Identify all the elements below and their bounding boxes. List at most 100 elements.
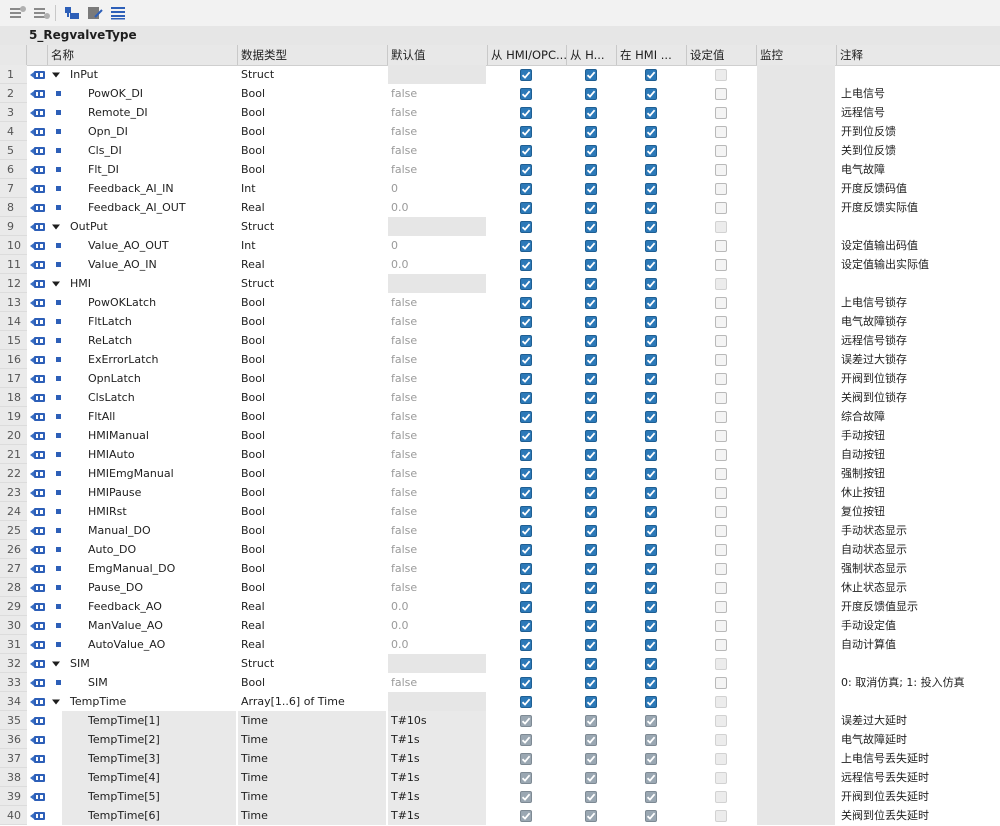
- member-default-value[interactable]: [388, 274, 486, 293]
- hmi-writable-checkbox[interactable]: [583, 426, 599, 445]
- hmi-writable-checkbox[interactable]: [583, 293, 599, 312]
- hmi-opc-accessible-checkbox-box[interactable]: [520, 790, 532, 803]
- hmi-opc-accessible-checkbox[interactable]: [518, 122, 534, 141]
- hmi-writable-checkbox-box[interactable]: [585, 144, 597, 157]
- hmi-opc-accessible-checkbox-box[interactable]: [520, 600, 532, 613]
- hmi-opc-accessible-checkbox-box[interactable]: [520, 239, 532, 252]
- hmi-writable-checkbox[interactable]: [583, 179, 599, 198]
- member-datatype[interactable]: Bool: [238, 578, 386, 597]
- hmi-writable-checkbox[interactable]: [583, 597, 599, 616]
- member-datatype[interactable]: Bool: [238, 673, 386, 692]
- member-datatype[interactable]: Bool: [238, 312, 386, 331]
- member-name[interactable]: HMIAuto: [62, 445, 236, 464]
- hmi-writable-checkbox-box[interactable]: [585, 296, 597, 309]
- hmi-writable-checkbox[interactable]: [583, 141, 599, 160]
- member-default-value[interactable]: false: [388, 141, 486, 160]
- setpoint-checkbox-box[interactable]: [715, 524, 727, 537]
- setpoint-checkbox[interactable]: [713, 312, 729, 331]
- setpoint-checkbox[interactable]: [713, 426, 729, 445]
- hmi-writable-checkbox-box[interactable]: [585, 752, 597, 765]
- member-datatype[interactable]: Array[1..6] of Time: [238, 692, 386, 711]
- setpoint-checkbox[interactable]: [713, 274, 729, 293]
- hmi-writable-checkbox[interactable]: [583, 502, 599, 521]
- member-comment[interactable]: 强制状态显示: [838, 559, 1000, 578]
- member-datatype[interactable]: Struct: [238, 274, 386, 293]
- member-name[interactable]: InPut: [62, 65, 236, 84]
- header-hmi-h[interactable]: 从 H...: [567, 45, 617, 65]
- hmi-writable-checkbox[interactable]: [583, 369, 599, 388]
- member-default-value[interactable]: false: [388, 445, 486, 464]
- member-datatype[interactable]: Struct: [238, 65, 386, 84]
- member-datatype[interactable]: Real: [238, 597, 386, 616]
- member-datatype[interactable]: Struct: [238, 217, 386, 236]
- setpoint-checkbox[interactable]: [713, 65, 729, 84]
- setpoint-checkbox-box[interactable]: [715, 676, 727, 689]
- setpoint-checkbox[interactable]: [713, 502, 729, 521]
- monitor-icon[interactable]: [85, 3, 105, 23]
- hmi-opc-accessible-checkbox[interactable]: [518, 65, 534, 84]
- hmi-writable-checkbox[interactable]: [583, 122, 599, 141]
- in-hmi-visible-checkbox-box[interactable]: [645, 315, 657, 328]
- hmi-opc-accessible-checkbox-box[interactable]: [520, 676, 532, 689]
- member-comment[interactable]: 强制按钮: [838, 464, 1000, 483]
- setpoint-checkbox-box[interactable]: [715, 68, 727, 81]
- member-name[interactable]: Manual_DO: [62, 521, 236, 540]
- details-icon[interactable]: [108, 3, 128, 23]
- member-datatype[interactable]: Bool: [238, 160, 386, 179]
- member-default-value[interactable]: false: [388, 559, 486, 578]
- setpoint-checkbox-box[interactable]: [715, 505, 727, 518]
- member-name[interactable]: HMI: [62, 274, 236, 293]
- member-datatype[interactable]: Time: [238, 768, 386, 787]
- setpoint-checkbox-box[interactable]: [715, 486, 727, 499]
- hmi-writable-checkbox-box[interactable]: [585, 676, 597, 689]
- setpoint-checkbox[interactable]: [713, 578, 729, 597]
- member-comment[interactable]: 远程信号: [838, 103, 1000, 122]
- header-in-hmi[interactable]: 在 HMI ...: [617, 45, 687, 65]
- hmi-opc-accessible-checkbox-box[interactable]: [520, 201, 532, 214]
- collapse-triangle-icon[interactable]: [50, 654, 62, 673]
- member-datatype[interactable]: Real: [238, 255, 386, 274]
- member-comment[interactable]: 开到位反馈: [838, 122, 1000, 141]
- hmi-opc-accessible-checkbox-box[interactable]: [520, 714, 532, 727]
- setpoint-checkbox[interactable]: [713, 407, 729, 426]
- in-hmi-visible-checkbox[interactable]: [643, 616, 659, 635]
- hmi-opc-accessible-checkbox[interactable]: [518, 103, 534, 122]
- in-hmi-visible-checkbox[interactable]: [643, 806, 659, 825]
- member-comment[interactable]: 手动按钮: [838, 426, 1000, 445]
- setpoint-checkbox[interactable]: [713, 597, 729, 616]
- hmi-writable-checkbox-box[interactable]: [585, 448, 597, 461]
- member-name[interactable]: TempTime[4]: [62, 768, 236, 787]
- member-datatype[interactable]: Real: [238, 635, 386, 654]
- member-default-value[interactable]: T#1s: [388, 749, 486, 768]
- member-default-value[interactable]: false: [388, 312, 486, 331]
- in-hmi-visible-checkbox-box[interactable]: [645, 448, 657, 461]
- hmi-opc-accessible-checkbox[interactable]: [518, 559, 534, 578]
- header-monitor[interactable]: 监控: [757, 45, 837, 65]
- member-name[interactable]: PowOKLatch: [62, 293, 236, 312]
- hmi-writable-checkbox-box[interactable]: [585, 733, 597, 746]
- in-hmi-visible-checkbox-box[interactable]: [645, 87, 657, 100]
- setpoint-checkbox-box[interactable]: [715, 315, 727, 328]
- hmi-opc-accessible-checkbox-box[interactable]: [520, 809, 532, 822]
- hmi-writable-checkbox-box[interactable]: [585, 562, 597, 575]
- in-hmi-visible-checkbox[interactable]: [643, 502, 659, 521]
- in-hmi-visible-checkbox[interactable]: [643, 274, 659, 293]
- in-hmi-visible-checkbox[interactable]: [643, 350, 659, 369]
- member-name[interactable]: Cls_DI: [62, 141, 236, 160]
- member-comment[interactable]: 误差过大延时: [838, 711, 1000, 730]
- in-hmi-visible-checkbox[interactable]: [643, 768, 659, 787]
- hmi-writable-checkbox[interactable]: [583, 388, 599, 407]
- in-hmi-visible-checkbox-box[interactable]: [645, 676, 657, 689]
- hmi-opc-accessible-checkbox[interactable]: [518, 616, 534, 635]
- in-hmi-visible-checkbox[interactable]: [643, 787, 659, 806]
- setpoint-checkbox-box[interactable]: [715, 201, 727, 214]
- hmi-writable-checkbox[interactable]: [583, 312, 599, 331]
- setpoint-checkbox-box[interactable]: [715, 410, 727, 423]
- setpoint-checkbox-box[interactable]: [715, 334, 727, 347]
- in-hmi-visible-checkbox[interactable]: [643, 293, 659, 312]
- member-datatype[interactable]: Bool: [238, 540, 386, 559]
- in-hmi-visible-checkbox[interactable]: [643, 312, 659, 331]
- hmi-writable-checkbox[interactable]: [583, 578, 599, 597]
- setpoint-checkbox-box[interactable]: [715, 638, 727, 651]
- member-name[interactable]: HMIEmgManual: [62, 464, 236, 483]
